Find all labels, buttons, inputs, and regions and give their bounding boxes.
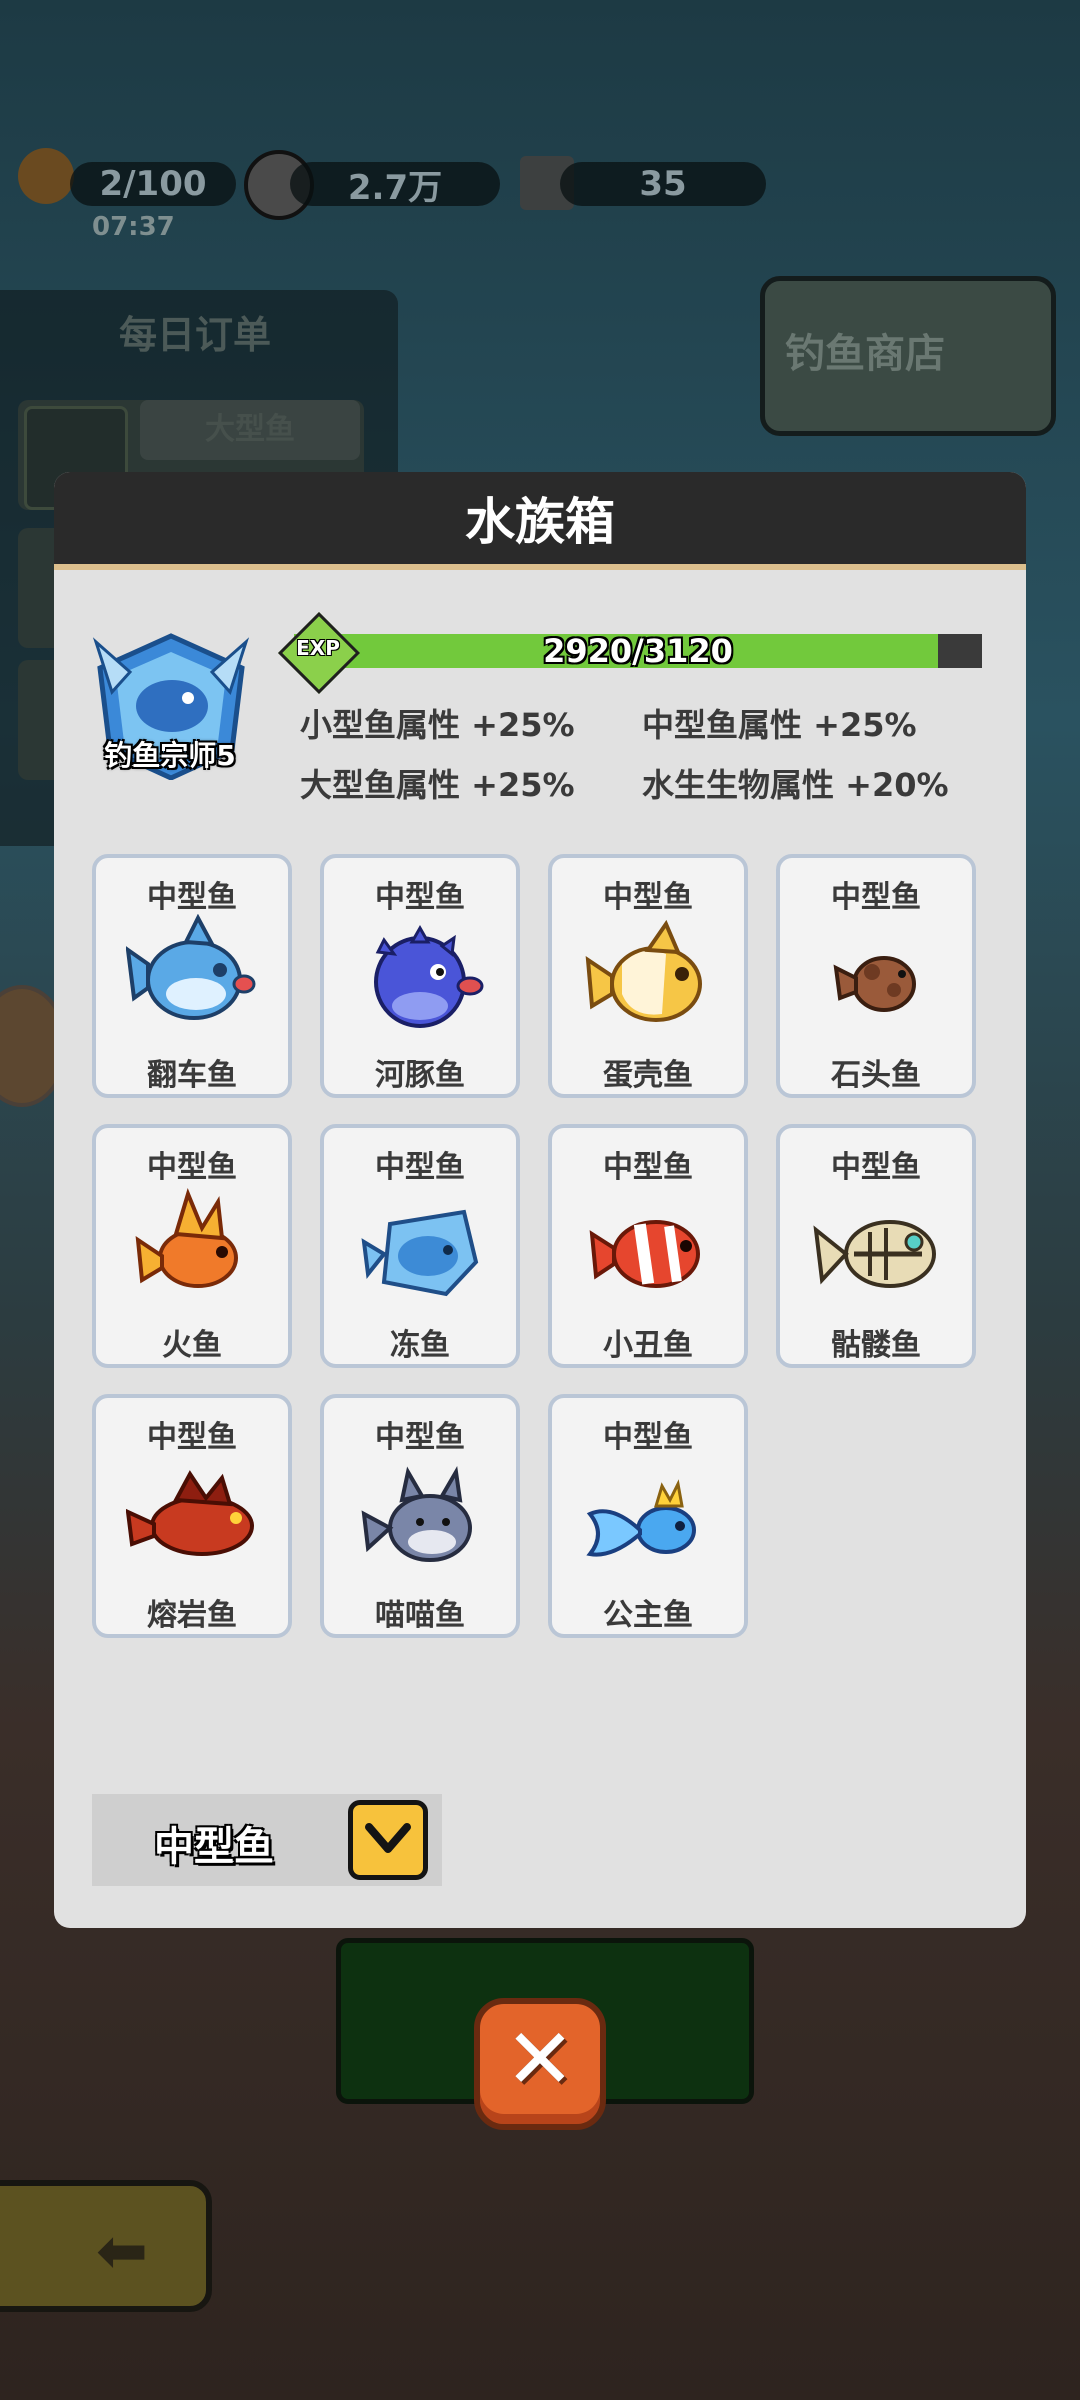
fish-card[interactable]: 中型鱼 石头鱼	[776, 854, 976, 1098]
fish-name: 冻鱼	[390, 1328, 450, 1363]
lava-fish-icon	[126, 1470, 254, 1556]
fishing-shop-label: 钓鱼商店	[785, 331, 945, 377]
close-icon: ✕	[504, 2010, 576, 2108]
frozen-fish-icon	[361, 1209, 479, 1297]
fish-category: 中型鱼	[603, 880, 693, 915]
princess-fish-icon	[586, 1479, 696, 1557]
fish-name: 翻车鱼	[147, 1058, 237, 1093]
skeleton-fish-icon	[813, 1220, 936, 1288]
pufferfish-icon	[374, 924, 484, 1028]
fish-card[interactable]: 中型鱼 蛋壳鱼	[548, 854, 748, 1098]
fish-name: 喵喵鱼	[375, 1598, 465, 1633]
fish-category: 中型鱼	[147, 1420, 237, 1455]
aquarium-modal: 水族箱 钓鱼宗师5 EXP 2920/3120 小型鱼属性 +25% 中型鱼属性…	[54, 472, 1026, 1928]
chevron-down-icon	[365, 1823, 411, 1853]
hammer-counter: 35	[560, 162, 766, 206]
fish-name: 骷髅鱼	[831, 1328, 921, 1363]
filter-dropdown-button[interactable]	[348, 1800, 428, 1880]
bait-counter: 2/100	[70, 162, 236, 206]
fish-card[interactable]: 中型鱼 翻车鱼	[92, 854, 292, 1098]
fish-category: 中型鱼	[375, 1150, 465, 1185]
rank-label: 钓鱼宗师5	[104, 739, 236, 772]
fish-name: 熔岩鱼	[147, 1598, 237, 1633]
close-button[interactable]: ✕	[474, 1998, 606, 2130]
clownfish-icon	[589, 1220, 700, 1288]
fish-category: 中型鱼	[147, 880, 237, 915]
bait-icon	[18, 148, 74, 204]
fish-category: 中型鱼	[375, 1420, 465, 1455]
fish-name: 蛋壳鱼	[603, 1058, 693, 1093]
fish-card[interactable]: 中型鱼 冻鱼	[320, 1124, 520, 1368]
fish-card[interactable]: 中型鱼 火鱼	[92, 1124, 292, 1368]
firefish-icon	[135, 1188, 238, 1288]
daily-orders-title: 每日订单	[118, 313, 271, 357]
fish-name: 石头鱼	[831, 1058, 921, 1093]
back-button: ⬅	[0, 2180, 212, 2312]
exp-text: 2920/3120	[543, 632, 733, 670]
stonefish-icon	[833, 956, 916, 1012]
cat-fish-icon	[361, 1466, 472, 1562]
fish-category: 中型鱼	[603, 1420, 693, 1455]
attribute-medium-fish: 中型鱼属性 +25%	[642, 706, 917, 744]
fish-category: 中型鱼	[147, 1150, 237, 1185]
fish-card[interactable]: 中型鱼 骷髅鱼	[776, 1124, 976, 1368]
fish-name: 河豚鱼	[375, 1058, 465, 1093]
fish-category: 中型鱼	[603, 1150, 693, 1185]
fish-card[interactable]: 中型鱼 公主鱼	[548, 1394, 748, 1638]
fish-card[interactable]: 中型鱼 喵喵鱼	[320, 1394, 520, 1638]
attribute-large-fish: 大型鱼属性 +25%	[300, 766, 575, 804]
modal-title: 水族箱	[54, 472, 1026, 570]
coin-counter: 2.7万	[290, 162, 500, 208]
fish-card[interactable]: 中型鱼 熔岩鱼	[92, 1394, 292, 1638]
fish-card[interactable]: 中型鱼 河豚鱼	[320, 854, 520, 1098]
fish-category: 中型鱼	[375, 880, 465, 915]
eggshell-fish-icon	[585, 919, 702, 1022]
fish-filter-label: 中型鱼	[154, 1824, 274, 1870]
fish-card[interactable]: 中型鱼 小丑鱼	[548, 1124, 748, 1368]
back-arrow-icon: ⬅	[96, 2214, 148, 2287]
sunfish-icon	[126, 914, 256, 1020]
fish-category: 中型鱼	[831, 1150, 921, 1185]
bait-timer: 07:37	[92, 212, 175, 242]
fish-name: 小丑鱼	[603, 1328, 693, 1363]
fishing-shop-button: 钓鱼商店	[760, 276, 1056, 436]
attribute-aquatic: 水生生物属性 +20%	[642, 766, 949, 804]
daily-order-label: 大型鱼	[140, 400, 360, 460]
fish-category: 中型鱼	[831, 880, 921, 915]
attribute-small-fish: 小型鱼属性 +25%	[300, 706, 575, 744]
fish-name: 火鱼	[162, 1328, 222, 1363]
fish-name: 公主鱼	[603, 1598, 693, 1633]
